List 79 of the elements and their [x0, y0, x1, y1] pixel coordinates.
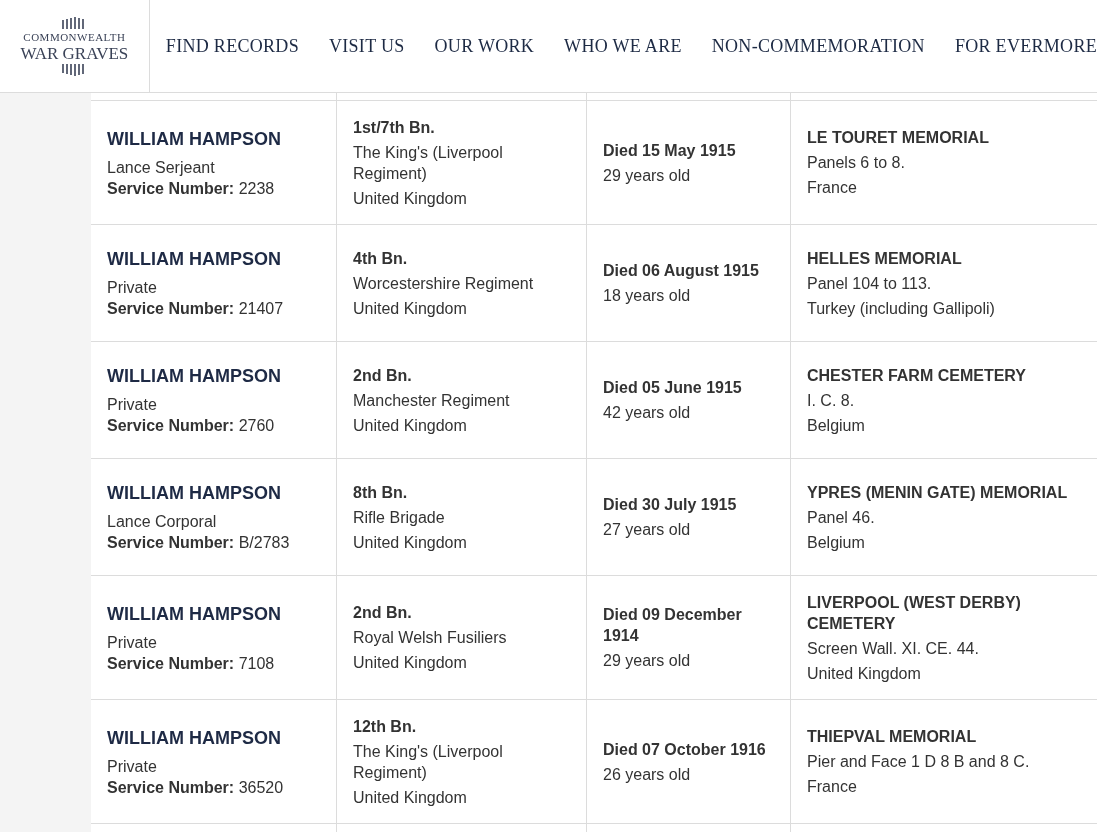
rank-text: Private — [107, 756, 158, 777]
cemetery-country-text: France — [807, 178, 858, 198]
soldier-name-link[interactable]: WILLIAM HAMPSON — [107, 364, 320, 388]
grave-reference-text: Screen Wall. XI. CE. 44. — [807, 638, 980, 659]
cemetery-country-text: Turkey (including Gallipoli) — [807, 298, 996, 319]
service-number-text: B/2783 — [238, 534, 290, 551]
date-of-death-text: Died 09 December 1914 — [603, 605, 743, 646]
service-number-label: Service Number: — [107, 534, 235, 551]
grave-reference-text: Panel 46. — [807, 507, 876, 528]
unit-text: 2nd Bn. — [353, 365, 413, 386]
service-number-label: Service Number: — [107, 654, 235, 672]
service-number-text: 7108 — [238, 654, 275, 672]
age-text: 42 years old — [603, 403, 692, 423]
grave-reference-text: Panel 104 to 113. — [807, 273, 933, 294]
grave-reference-text: Panels 6 to 8. — [807, 153, 906, 173]
unit-text: 8th Bn. — [353, 482, 409, 503]
age-text: 27 years old — [603, 520, 692, 540]
country-text: United Kingdom — [353, 532, 468, 553]
nav-link[interactable]: WHO WE ARE — [564, 32, 682, 60]
age-text: 29 years old — [603, 165, 692, 186]
soldier-name-link[interactable]: WILLIAM HAMPSON — [107, 126, 320, 151]
unit-text: 1st/7th Bn. — [353, 117, 436, 138]
regiment-text: Manchester Regiment — [353, 390, 511, 411]
nav-link[interactable]: VISIT US — [328, 32, 405, 60]
country-text: United Kingdom — [353, 298, 468, 319]
regiment-text: Rifle Brigade — [353, 507, 446, 528]
service-number-label: Service Number: — [107, 417, 235, 434]
rank-text: Private — [107, 395, 158, 415]
cemetery-link[interactable]: HELLES MEMORIAL — [807, 247, 1081, 269]
unit-text: 12th Bn. — [353, 716, 418, 737]
cemetery-link[interactable]: THIEPVAL MEMORIAL — [807, 726, 1081, 747]
regiment-text: The King's (Liverpool Regiment) — [353, 142, 504, 184]
country-text: United Kingdom — [353, 188, 468, 209]
cemetery-country-text: United Kingdom — [807, 663, 922, 684]
service-number-text: 21407 — [238, 300, 284, 317]
soldier-name-link[interactable]: WILLIAM HAMPSON — [107, 247, 320, 271]
regiment-text: The King's (Liverpool Regiment) — [353, 741, 504, 783]
service-number-label: Service Number: — [107, 179, 235, 197]
rank-text: Lance Corporal — [107, 512, 218, 532]
country-text: United Kingdom — [353, 415, 468, 436]
date-of-death-text: Died 15 May 1915 — [603, 140, 737, 161]
soldier-name-link[interactable]: WILLIAM HAMPSON — [107, 481, 320, 505]
service-number-text: 2238 — [238, 179, 275, 197]
country-text: United Kingdom — [353, 787, 468, 808]
date-of-death-text: Died 06 August 1915 — [603, 261, 760, 281]
cemetery-country-text: Belgium — [807, 532, 866, 553]
date-of-death-text: Died 30 July 1915 — [603, 495, 738, 515]
cemetery-country-text: Belgium — [807, 415, 866, 436]
rank-text: Private — [107, 278, 158, 298]
nav-link[interactable]: NON-COMMEMORATION — [711, 32, 925, 60]
age-text: 18 years old — [603, 286, 692, 306]
service-number-text: 2760 — [238, 417, 275, 434]
service-number-label: Service Number: — [107, 300, 235, 317]
regiment-text: Royal Welsh Fusiliers — [353, 628, 508, 648]
cemetery-country-text: France — [807, 777, 858, 797]
cemetery-link[interactable]: LE TOURET MEMORIAL — [807, 127, 1081, 148]
unit-text: 2nd Bn. — [353, 603, 413, 623]
cemetery-link[interactable]: YPRES (MENIN GATE) MEMORIAL — [807, 481, 1081, 503]
service-number-label: Service Number: — [107, 778, 235, 796]
nav-link[interactable]: OUR WORK — [434, 32, 535, 60]
unit-text: 4th Bn. — [353, 248, 409, 269]
cemetery-link[interactable]: CHESTER FARM CEMETERY — [807, 364, 1081, 386]
service-number-text: 36520 — [238, 778, 284, 796]
rank-text: Lance Serjeant — [107, 157, 216, 178]
grave-reference-text: I. C. 8. — [807, 390, 856, 411]
grave-reference-text: Pier and Face 1 D 8 B and 8 C. — [807, 752, 1031, 772]
country-text: United Kingdom — [353, 653, 468, 673]
soldier-name-link[interactable]: WILLIAM HAMPSON — [107, 601, 320, 626]
cemetery-link[interactable]: LIVERPOOL (WEST DERBY) CEMETERY — [807, 591, 1081, 634]
date-of-death-text: Died 07 October 1916 — [603, 739, 767, 760]
age-text: 26 years old — [603, 764, 692, 785]
soldier-name-link[interactable]: WILLIAM HAMPSON — [107, 725, 320, 750]
regiment-text: Worcestershire Regiment — [353, 273, 535, 294]
date-of-death-text: Died 05 June 1915 — [603, 378, 743, 398]
logo[interactable]: COMMONWEALTH WAR GRAVES — [0, 0, 150, 92]
nav-link[interactable]: FIND RECORDS — [165, 32, 299, 60]
rank-text: Private — [107, 632, 158, 653]
nav-link[interactable]: FOR EVERMORE — [954, 32, 1097, 60]
age-text: 29 years old — [603, 651, 692, 671]
